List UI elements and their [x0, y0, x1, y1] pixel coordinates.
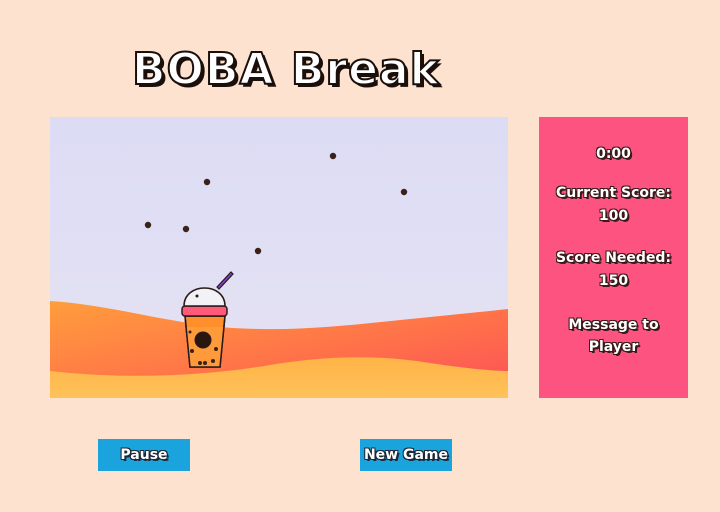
current-score-value: 100 [598, 208, 629, 224]
cup-boba-pearl [214, 347, 218, 351]
score-panel: 0:00 Current Score: 100 Score Needed: 15… [539, 117, 688, 398]
current-score-label: Current Score: [555, 185, 672, 201]
new-game-button[interactable]: New Game [360, 439, 452, 471]
pause-button[interactable]: Pause [98, 439, 190, 471]
cup-boba-pearl [211, 359, 215, 363]
falling-boba-pearl [400, 188, 408, 196]
cup-boba-pearl [190, 349, 194, 353]
falling-boba-pearl [254, 247, 262, 255]
cup-boba-pearl [203, 361, 207, 365]
score-needed-label: Score Needed: [555, 250, 672, 266]
score-needed-value: 150 [598, 273, 629, 289]
player-message: Message to Player [568, 317, 659, 355]
falling-boba-pearl [203, 178, 211, 186]
falling-boba-pearl [329, 152, 337, 160]
big-boba-pearl [194, 331, 212, 349]
game-title: BOBA Break [131, 44, 440, 95]
cup-boba-pearl [188, 330, 192, 334]
cup-boba-pearl [198, 361, 202, 365]
cup-rim [181, 305, 228, 317]
falling-boba-pearl [144, 221, 152, 229]
lid-dot [195, 294, 199, 298]
timer-text: 0:00 [596, 146, 631, 162]
falling-boba-pearl [182, 225, 190, 233]
game-canvas[interactable] [50, 117, 508, 398]
